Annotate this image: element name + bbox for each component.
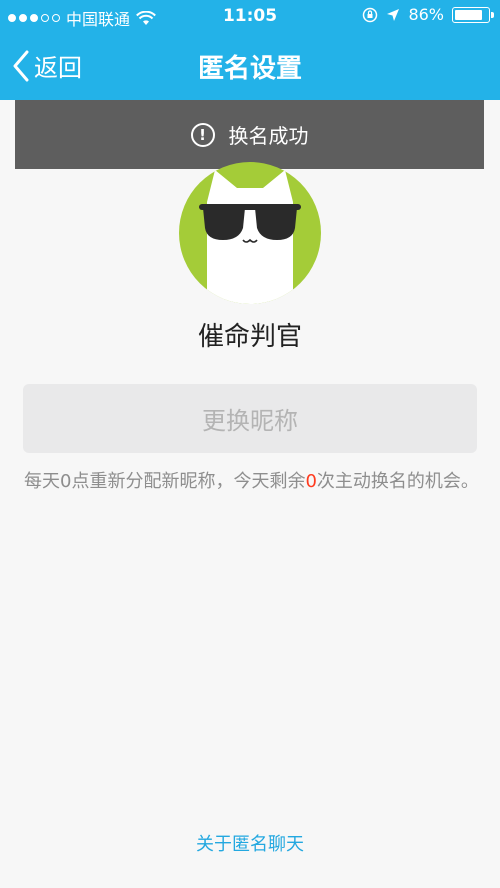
hint-text-before: 每天0点重新分配新昵称，今天剩余 <box>24 471 306 492</box>
page-title: 匿名设置 <box>197 54 302 84</box>
battery-percent: 86% <box>408 5 444 24</box>
avatar <box>179 162 321 304</box>
change-nickname-button[interactable]: 更换昵称 <box>23 384 477 453</box>
nickname: 催命判官 <box>197 322 302 352</box>
hint-text-after: 次主动换名的机会。 <box>316 471 479 492</box>
success-toast: ! 换名成功 <box>15 100 484 169</box>
battery-icon <box>452 6 494 23</box>
location-arrow-icon <box>387 8 400 21</box>
rotation-lock-icon <box>363 7 378 22</box>
hint-text: 每天0点重新分配新昵称，今天剩余0次主动换名的机会。 <box>24 468 479 496</box>
toast-message: 换名成功 <box>228 124 309 148</box>
remaining-count: 0 <box>305 471 317 492</box>
status-right: 86% <box>362 5 494 24</box>
exclamation-circle-icon: ! <box>190 122 215 147</box>
header-bar: 中国联通 11:05 86% 返回 匿名设置 <box>0 0 500 100</box>
status-bar: 中国联通 11:05 86% <box>0 0 500 34</box>
about-anonymous-chat-link[interactable]: 关于匿名聊天 <box>0 830 500 856</box>
